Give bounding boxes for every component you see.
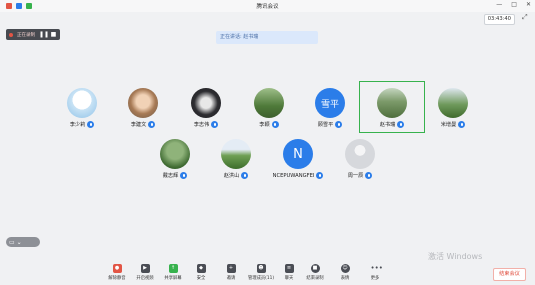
participant-tile[interactable]: N NCEPUWANGFEI (266, 136, 330, 186)
unmute-button[interactable]: ● 解除静音 (104, 264, 130, 281)
mic-icon (241, 172, 249, 179)
participant-name: 顾雪平 (317, 122, 334, 128)
mic-icon (180, 172, 188, 179)
avatar (160, 139, 190, 169)
participant-name: 李志伟 (193, 122, 210, 128)
more-icon: ••• (370, 264, 383, 272)
avatar (345, 139, 375, 169)
invite-button[interactable]: + 邀请 (218, 264, 244, 281)
participant-name: 周一辰 (347, 173, 364, 179)
close-icon[interactable]: ✕ (526, 1, 531, 8)
pause-recording-button[interactable]: ❚❚ (39, 31, 49, 38)
stop-recording-button[interactable]: ■ (50, 31, 57, 38)
participant-name: 赵书瑞 (379, 122, 396, 128)
participant-tile[interactable]: 戴志辉 (143, 136, 207, 186)
emoji-button[interactable]: ☺ 表情 (332, 264, 358, 281)
avatar (254, 88, 284, 118)
chat-icon: ▭ (9, 238, 15, 246)
participant-tile[interactable]: 李志伟 (174, 85, 238, 135)
chevron-down-icon: ⌄ (16, 238, 22, 246)
record-stop-icon: ■ (310, 264, 320, 273)
end-meeting-button[interactable]: 结束会议 (493, 268, 526, 281)
shield-icon: ◆ (196, 264, 206, 273)
mic-muted-icon: ● (112, 264, 122, 273)
share-screen-icon: ↑ (168, 264, 178, 273)
video-off-icon: ▶ (140, 264, 150, 273)
participant-tile-selected[interactable]: 赵书瑞 (359, 81, 425, 133)
participant-tile[interactable]: 李建文 (111, 85, 175, 135)
participant-tile[interactable]: 李颖 (237, 85, 301, 135)
participant-tile[interactable]: 周一辰 (328, 136, 392, 186)
avatar (67, 88, 97, 118)
record-dot-icon (9, 32, 13, 37)
security-button[interactable]: ◆ 安全 (188, 264, 214, 281)
participant-name: 李颖 (259, 122, 270, 128)
title-bar: 腾讯会议 — □ ✕ (0, 0, 535, 12)
mic-icon (458, 121, 466, 128)
fullscreen-icon[interactable]: ⤢ (522, 14, 529, 21)
stop-recording-toolbar-button[interactable]: ■ 结束录制 (302, 264, 328, 281)
manage-members-button[interactable]: ☻ 管理成员(11) (248, 264, 274, 281)
mic-icon (87, 121, 95, 128)
mic-icon (316, 172, 324, 179)
share-screen-button[interactable]: ↑ 共享屏幕 (160, 264, 186, 281)
chat-bubble-button[interactable]: ▭ ⌄ (6, 237, 40, 247)
invite-icon: + (226, 264, 236, 273)
minimize-icon[interactable]: — (496, 1, 502, 8)
participant-name: 李少莉 (69, 122, 86, 128)
participant-name: 赵洪山 (223, 173, 240, 179)
mic-icon (211, 121, 219, 128)
recording-indicator: 正在录制 ❚❚ ■ (6, 29, 60, 40)
meeting-toolbar: ● 解除静音 ▶ 开启视频 ↑ 共享屏幕 ◆ 安全 + 邀请 ☻ 管理成员(11… (0, 261, 535, 285)
mic-icon (148, 121, 156, 128)
mic-icon (365, 172, 373, 179)
mic-icon (271, 121, 279, 128)
participant-name: 戴志辉 (162, 173, 179, 179)
start-video-button[interactable]: ▶ 开启视频 (132, 264, 158, 281)
avatar (191, 88, 221, 118)
members-icon: ☻ (256, 264, 266, 273)
chat-icon: ≡ (284, 264, 294, 273)
participant-name: 李建文 (130, 122, 147, 128)
participant-tile[interactable]: 赵洪山 (204, 136, 268, 186)
avatar (377, 88, 407, 118)
speaking-banner: 正在讲话: 赵书瑞 (216, 31, 318, 44)
chat-button[interactable]: ≡ 聊天 (276, 264, 302, 281)
avatar (221, 139, 251, 169)
avatar (438, 88, 468, 118)
avatar: 雪平 (315, 88, 345, 118)
mic-icon (397, 121, 405, 128)
maximize-icon[interactable]: □ (511, 1, 517, 8)
emoji-icon: ☺ (340, 264, 350, 273)
participant-tile[interactable]: 米增曼 (421, 85, 485, 135)
avatar (128, 88, 158, 118)
window-controls: — □ ✕ (496, 1, 531, 8)
participant-name: NCEPUWANGFEI (272, 172, 315, 179)
avatar: N (283, 139, 313, 169)
participant-tile[interactable]: 李少莉 (50, 85, 114, 135)
recording-label: 正在录制 (17, 32, 35, 38)
window-title: 腾讯会议 (256, 4, 279, 10)
sub-bar (0, 12, 535, 24)
meeting-timer: 03:43:40 (483, 14, 515, 25)
participant-tile[interactable]: 雪平 顾雪平 (298, 85, 362, 135)
participant-name: 米增曼 (440, 122, 457, 128)
more-button[interactable]: ••• 更多 (362, 264, 388, 281)
mic-icon (335, 121, 343, 128)
